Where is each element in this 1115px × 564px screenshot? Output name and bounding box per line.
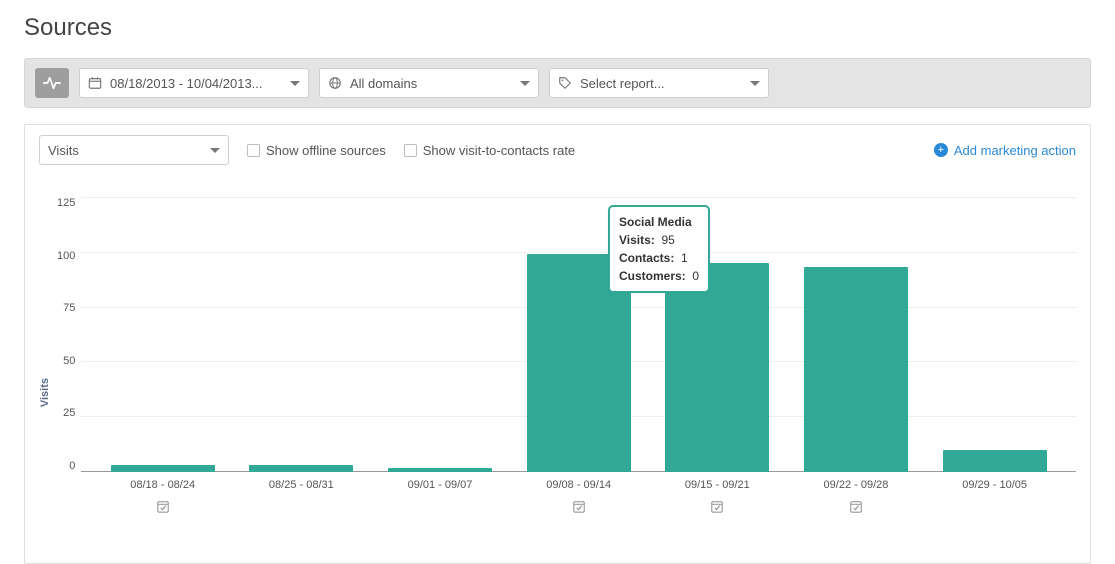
x-tick-marker [925, 499, 1064, 517]
card-toolbar: Visits Show offline sources Show visit-t… [39, 135, 1076, 165]
x-axis-markers [81, 499, 1076, 517]
y-tick-label: 125 [57, 197, 75, 209]
bar[interactable] [943, 450, 1047, 472]
tooltip-title: Social Media [619, 215, 692, 229]
x-tick-marker [787, 499, 926, 517]
x-tick-label: 09/29 - 10/05 [925, 479, 1064, 491]
bar[interactable] [249, 465, 353, 472]
globe-icon [328, 76, 342, 90]
chevron-down-icon [290, 81, 300, 86]
calendar-check-icon [156, 499, 170, 514]
offline-sources-label: Show offline sources [266, 143, 386, 158]
x-tick-marker [93, 499, 232, 517]
chevron-down-icon [520, 81, 530, 86]
x-tick-label: 09/01 - 09/07 [371, 479, 510, 491]
bar-slot [93, 465, 232, 472]
metric-label: Visits [48, 143, 202, 158]
chart-card: Visits Show offline sources Show visit-t… [24, 124, 1091, 564]
report-dropdown[interactable]: Select report... [549, 68, 769, 98]
x-tick-label: 09/08 - 09/14 [509, 479, 648, 491]
bar-slot [232, 465, 371, 472]
calendar-check-icon [710, 499, 724, 514]
calendar-check-icon [849, 499, 863, 514]
chart: Visits 125 100 75 50 25 0 08/18 - 08/2408/25 … [39, 165, 1076, 553]
domain-label: All domains [350, 76, 512, 91]
x-tick-marker [648, 499, 787, 517]
y-tick-label: 75 [63, 302, 75, 314]
vtc-rate-label: Show visit-to-contacts rate [423, 143, 575, 158]
bar[interactable] [665, 263, 769, 472]
tooltip-row: Customers: 0 [619, 267, 699, 285]
report-label: Select report... [580, 76, 742, 91]
date-range-dropdown[interactable]: 08/18/2013 - 10/04/2013... [79, 68, 309, 98]
bar-slot [787, 267, 926, 472]
chevron-down-icon [750, 81, 760, 86]
bars [81, 197, 1076, 472]
x-tick-label: 08/25 - 08/31 [232, 479, 371, 491]
y-tick-label: 0 [69, 460, 75, 472]
calendar-icon [88, 76, 102, 90]
plus-circle-icon: + [934, 143, 948, 157]
bar[interactable] [111, 465, 215, 472]
chevron-down-icon [210, 148, 220, 153]
chart-tooltip: Social Media Visits: 95Contacts: 1Custom… [608, 205, 710, 293]
x-axis-labels: 08/18 - 08/2408/25 - 08/3109/01 - 09/070… [81, 479, 1076, 491]
y-tick-label: 100 [57, 250, 75, 262]
bar-slot [925, 450, 1064, 472]
bar-slot [648, 263, 787, 472]
activity-toggle[interactable] [35, 68, 69, 98]
x-tick-label: 09/15 - 09/21 [648, 479, 787, 491]
x-tick-marker [509, 499, 648, 517]
activity-icon [43, 76, 61, 90]
x-tick-marker [371, 499, 510, 517]
page-title: Sources [24, 14, 1091, 42]
domain-dropdown[interactable]: All domains [319, 68, 539, 98]
y-tick-label: 25 [63, 407, 75, 419]
tooltip-row: Visits: 95 [619, 231, 699, 249]
offline-sources-checkbox[interactable]: Show offline sources [247, 143, 386, 158]
x-tick-label: 08/18 - 08/24 [93, 479, 232, 491]
y-axis: 125 100 75 50 25 0 [51, 197, 81, 472]
filter-bar: 08/18/2013 - 10/04/2013... All domains S… [24, 58, 1091, 108]
date-range-label: 08/18/2013 - 10/04/2013... [110, 76, 282, 91]
bar[interactable] [804, 267, 908, 472]
tag-icon [558, 76, 572, 90]
plot-area: 08/18 - 08/2408/25 - 08/3109/01 - 09/070… [81, 193, 1076, 553]
x-tick-marker [232, 499, 371, 517]
add-action-label: Add marketing action [954, 143, 1076, 158]
bar[interactable] [388, 468, 492, 472]
calendar-check-icon [572, 499, 586, 514]
add-marketing-action-button[interactable]: + Add marketing action [934, 143, 1076, 158]
checkbox-box [247, 144, 260, 157]
x-tick-label: 09/22 - 09/28 [787, 479, 926, 491]
y-tick-label: 50 [63, 355, 75, 367]
checkbox-box [404, 144, 417, 157]
bar-slot [371, 468, 510, 472]
vtc-rate-checkbox[interactable]: Show visit-to-contacts rate [404, 143, 575, 158]
metric-dropdown[interactable]: Visits [39, 135, 229, 165]
y-axis-title: Visits [39, 338, 51, 407]
tooltip-row: Contacts: 1 [619, 249, 699, 267]
